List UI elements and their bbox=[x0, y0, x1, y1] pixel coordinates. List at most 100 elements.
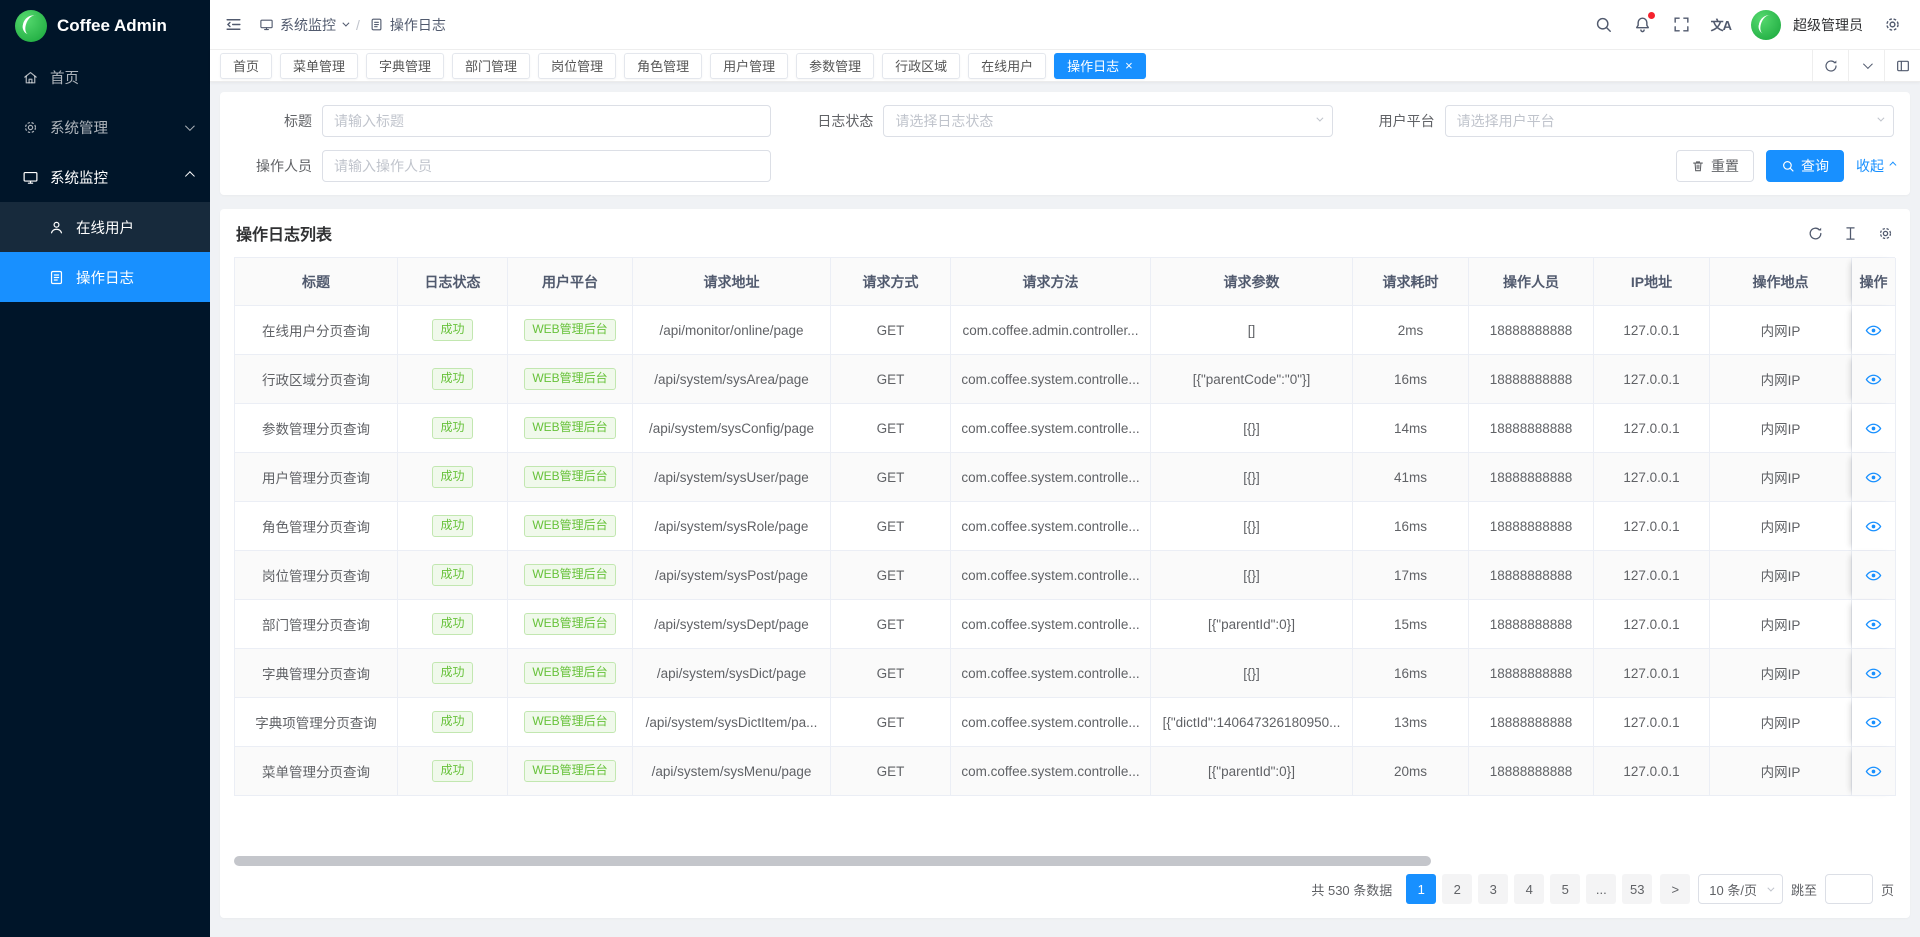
sidebar-item-label: 系统监控 bbox=[50, 167, 108, 188]
cell-operator: 18888888888 bbox=[1469, 453, 1594, 502]
cell-platform: WEB管理后台 bbox=[508, 551, 633, 600]
breadcrumb-item-monitor[interactable]: 系统监控 bbox=[259, 15, 347, 35]
page-button-1[interactable]: 1 bbox=[1406, 874, 1436, 904]
cell-operator: 18888888888 bbox=[1469, 747, 1594, 796]
cell-params: [{}] bbox=[1151, 649, 1353, 698]
view-detail-eye-icon[interactable] bbox=[1865, 665, 1882, 682]
column-header-method: 请求方式 bbox=[831, 258, 951, 306]
cell-duration: 2ms bbox=[1353, 306, 1469, 355]
view-detail-eye-icon[interactable] bbox=[1865, 616, 1882, 633]
platform-tag: WEB管理后台 bbox=[524, 515, 615, 537]
tabs-refresh-button[interactable] bbox=[1812, 50, 1848, 81]
sidebar-item-system-management[interactable]: 系统管理 bbox=[0, 102, 210, 152]
page-button-3[interactable]: 3 bbox=[1478, 874, 1508, 904]
notification-bell-icon[interactable] bbox=[1633, 15, 1652, 34]
cell-action bbox=[1852, 502, 1896, 551]
refresh-icon[interactable] bbox=[1807, 225, 1824, 242]
platform-tag: WEB管理后台 bbox=[524, 711, 615, 733]
column-header-status: 日志状态 bbox=[398, 258, 508, 306]
horizontal-scrollbar[interactable] bbox=[234, 856, 1896, 866]
cell-duration: 16ms bbox=[1353, 355, 1469, 404]
tab-字典管理[interactable]: 字典管理 bbox=[366, 53, 444, 79]
page-button-5[interactable]: 5 bbox=[1550, 874, 1580, 904]
view-detail-eye-icon[interactable] bbox=[1865, 567, 1882, 584]
collapse-filter-link[interactable]: 收起 bbox=[1856, 156, 1894, 176]
next-page-button[interactable]: > bbox=[1660, 874, 1690, 904]
operator-input[interactable] bbox=[322, 150, 771, 182]
tab-操作日志[interactable]: 操作日志× bbox=[1054, 53, 1146, 79]
table-header-row: 标题日志状态用户平台请求地址请求方式请求方法请求参数请求耗时操作人员IP地址操作… bbox=[235, 258, 1895, 306]
column-height-icon[interactable] bbox=[1842, 225, 1859, 242]
view-detail-eye-icon[interactable] bbox=[1865, 763, 1882, 780]
cell-location: 内网IP bbox=[1710, 698, 1852, 747]
language-switch-icon[interactable]: 文A bbox=[1711, 15, 1731, 34]
status-tag: 成功 bbox=[432, 760, 472, 782]
cell-duration: 13ms bbox=[1353, 698, 1469, 747]
table-row: 岗位管理分页查询成功WEB管理后台/api/system/sysPost/pag… bbox=[235, 551, 1895, 600]
table-body: 在线用户分页查询成功WEB管理后台/api/monitor/online/pag… bbox=[235, 306, 1895, 796]
cell-platform: WEB管理后台 bbox=[508, 404, 633, 453]
view-detail-eye-icon[interactable] bbox=[1865, 322, 1882, 339]
page-button-2[interactable]: 2 bbox=[1442, 874, 1472, 904]
fullscreen-icon[interactable] bbox=[1672, 15, 1691, 34]
cell-action bbox=[1852, 306, 1896, 355]
tab-首页[interactable]: 首页 bbox=[220, 53, 272, 79]
pagination: 共 530 条数据 12345...53 > 10 条/页 跳至 页 bbox=[220, 874, 1910, 918]
cell-location: 内网IP bbox=[1710, 649, 1852, 698]
search-icon[interactable] bbox=[1594, 15, 1613, 34]
reset-button[interactable]: 重置 bbox=[1676, 150, 1754, 182]
jump-page-input[interactable] bbox=[1825, 874, 1873, 904]
tab-行政区域[interactable]: 行政区域 bbox=[882, 53, 960, 79]
user-platform-select[interactable] bbox=[1445, 105, 1894, 137]
view-detail-eye-icon[interactable] bbox=[1865, 518, 1882, 535]
page-button-53[interactable]: 53 bbox=[1622, 874, 1652, 904]
search-button[interactable]: 查询 bbox=[1766, 150, 1844, 182]
tab-在线用户[interactable]: 在线用户 bbox=[968, 53, 1046, 79]
layout-toggle-icon[interactable] bbox=[1884, 50, 1920, 81]
tab-岗位管理[interactable]: 岗位管理 bbox=[538, 53, 616, 79]
platform-tag: WEB管理后台 bbox=[524, 613, 615, 635]
filter-status-label: 日志状态 bbox=[797, 111, 873, 131]
sidebar-item-online-users[interactable]: 在线用户 bbox=[0, 202, 210, 252]
tab-角色管理[interactable]: 角色管理 bbox=[624, 53, 702, 79]
breadcrumb-label: 操作日志 bbox=[390, 15, 446, 35]
sidebar-item-home[interactable]: 首页 bbox=[0, 52, 210, 102]
cell-handler: com.coffee.system.controlle... bbox=[951, 355, 1151, 404]
pagination-total: 共 530 条数据 bbox=[1311, 880, 1392, 899]
tab-菜单管理[interactable]: 菜单管理 bbox=[280, 53, 358, 79]
page-size-select[interactable]: 10 条/页 bbox=[1698, 874, 1783, 904]
settings-gear-icon[interactable] bbox=[1883, 15, 1902, 34]
search-icon bbox=[1781, 159, 1795, 173]
tab-用户管理[interactable]: 用户管理 bbox=[710, 53, 788, 79]
column-settings-gear-icon[interactable] bbox=[1877, 225, 1894, 242]
cell-handler: com.coffee.system.controlle... bbox=[951, 649, 1151, 698]
view-detail-eye-icon[interactable] bbox=[1865, 714, 1882, 731]
chevron-down-icon bbox=[342, 20, 349, 27]
tab-close-icon[interactable]: × bbox=[1125, 59, 1133, 72]
tabs-actions-dropdown[interactable] bbox=[1848, 50, 1884, 81]
title-input[interactable] bbox=[322, 105, 771, 137]
view-detail-eye-icon[interactable] bbox=[1865, 469, 1882, 486]
log-status-select[interactable] bbox=[883, 105, 1332, 137]
cell-ip: 127.0.0.1 bbox=[1594, 649, 1710, 698]
cell-title: 用户管理分页查询 bbox=[235, 453, 398, 502]
avatar[interactable] bbox=[1751, 10, 1781, 40]
sidebar-collapse-icon[interactable] bbox=[224, 15, 243, 34]
pagination-ellipsis[interactable]: ... bbox=[1586, 874, 1616, 904]
sidebar-item-system-monitor[interactable]: 系统监控 bbox=[0, 152, 210, 202]
cell-params: [{"dictId":140647326180950... bbox=[1151, 698, 1353, 747]
cell-status: 成功 bbox=[398, 698, 508, 747]
cell-method: GET bbox=[831, 306, 951, 355]
cell-status: 成功 bbox=[398, 600, 508, 649]
page-button-4[interactable]: 4 bbox=[1514, 874, 1544, 904]
tab-参数管理[interactable]: 参数管理 bbox=[796, 53, 874, 79]
scrollbar-thumb[interactable] bbox=[234, 856, 1431, 866]
view-detail-eye-icon[interactable] bbox=[1865, 371, 1882, 388]
sidebar-item-operation-log[interactable]: 操作日志 bbox=[0, 252, 210, 302]
tab-部门管理[interactable]: 部门管理 bbox=[452, 53, 530, 79]
current-user-name[interactable]: 超级管理员 bbox=[1793, 15, 1863, 35]
view-detail-eye-icon[interactable] bbox=[1865, 420, 1882, 437]
cell-status: 成功 bbox=[398, 355, 508, 404]
app-logo[interactable]: Coffee Admin bbox=[0, 0, 210, 52]
cell-url: /api/system/sysArea/page bbox=[633, 355, 831, 404]
